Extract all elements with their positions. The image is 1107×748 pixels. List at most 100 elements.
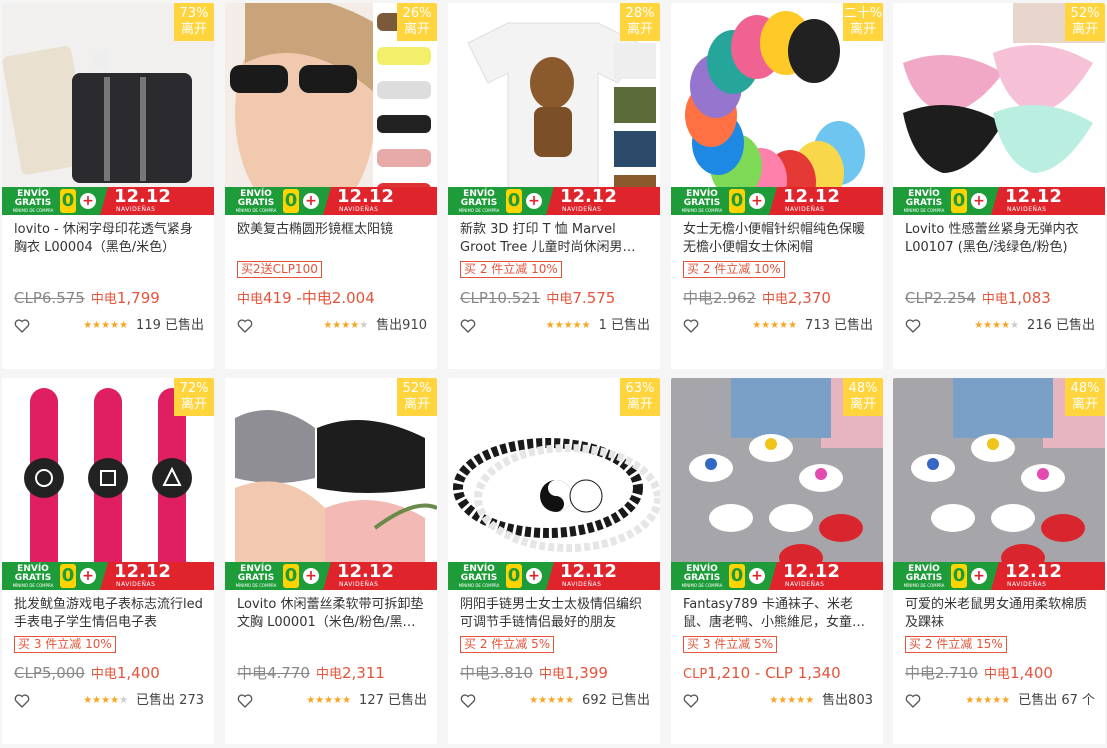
promo-tag: 买 3 件立减 10% <box>14 636 116 653</box>
promo-tag: 买 3 件立减 5% <box>683 636 778 653</box>
promo-tag: 买 2 件立减 15% <box>905 636 1007 653</box>
promo-banner: ENVÍO GRATIS MÍNIMO DE COMPRA 0 + 12.12 N… <box>448 187 660 215</box>
banner-zero: 0 <box>60 189 76 213</box>
current-price: 中电2,311 <box>316 664 385 682</box>
banner-zero: 0 <box>60 564 76 588</box>
banner-date: 12.12 <box>1005 186 1062 207</box>
heart-icon[interactable] <box>237 319 253 333</box>
discount-suffix: 离开 <box>849 22 876 37</box>
currency-label: 中电 <box>90 292 117 307</box>
heart-icon[interactable] <box>237 694 253 708</box>
stars-empty: ★ <box>1010 320 1020 331</box>
product-title[interactable]: Lovito 休闲蕾丝柔软带可拆卸垫文胸 L00001（米色/粉色/黑… <box>237 596 427 632</box>
banner-navidenas: NAVIDEÑAS <box>339 206 379 213</box>
currency-label: 中电 <box>761 292 788 307</box>
product-card[interactable]: 48% 离开 ENVÍO GRATIS MÍNIMO DE COMPRA 0 + … <box>893 378 1105 744</box>
stars-empty: ★ <box>119 695 129 706</box>
current-price: 中电1,400 <box>984 664 1053 682</box>
product-card[interactable]: 72% 离开 ENVÍO GRATIS MÍNIMO DE COMPRA 0 + … <box>2 378 214 744</box>
promo-banner: ENVÍO GRATIS MÍNIMO DE COMPRA 0 + 12.12 N… <box>225 562 437 590</box>
rating-stars: ★★★★★ <box>306 692 351 710</box>
product-image[interactable]: 72% 离开 ENVÍO GRATIS MÍNIMO DE COMPRA 0 + … <box>2 378 214 590</box>
original-price: 中电4.770 <box>237 664 310 682</box>
product-title[interactable]: 可爱的米老鼠男女通用柔软棉质及踝袜 <box>905 596 1095 632</box>
price-row: 中电419 -中电2.004 <box>237 287 433 311</box>
product-image[interactable]: 52% 离开 ENVÍO GRATIS MÍNIMO DE COMPRA 0 + … <box>225 378 437 590</box>
banner-zero: 0 <box>951 189 967 213</box>
current-price: 中电1,083 <box>982 289 1051 307</box>
product-title[interactable]: 阴阳手链男士女士太极情侣编织可调节手链情侣最好的朋友 <box>460 596 650 632</box>
product-image[interactable]: 52% 离开 ENVÍO GRATIS MÍNIMO DE COMPRA 0 + … <box>893 3 1105 215</box>
sold-count: 已售出 67 个 <box>1018 693 1095 708</box>
discount-suffix: 离开 <box>403 397 430 412</box>
promo-banner: ENVÍO GRATIS MÍNIMO DE COMPRA 0 + 12.12 N… <box>2 187 214 215</box>
banner-navidenas: NAVIDEÑAS <box>562 206 602 213</box>
banner-navidenas: NAVIDEÑAS <box>1007 581 1047 588</box>
current-price: 中电2,370 <box>762 289 831 307</box>
product-image[interactable]: 48% 离开 ENVÍO GRATIS MÍNIMO DE COMPRA 0 + … <box>671 378 883 590</box>
discount-badge: 26% 离开 <box>397 3 437 41</box>
product-title[interactable]: 欧美复古椭圆形镜框太阳镜 <box>237 221 427 257</box>
product-card[interactable]: 52% 离开 ENVÍO GRATIS MÍNIMO DE COMPRA 0 + … <box>893 3 1105 369</box>
banner-date: 12.12 <box>783 561 840 582</box>
discount-percent: 28% <box>625 6 655 21</box>
banner-plus: + <box>303 193 319 209</box>
product-card[interactable]: 28% 离开 ENVÍO GRATIS MÍNIMO DE COMPRA 0 + … <box>448 3 660 369</box>
original-price: 中电2.710 <box>905 664 978 682</box>
promo-banner: ENVÍO GRATIS MÍNIMO DE COMPRA 0 + 12.12 N… <box>893 562 1105 590</box>
heart-icon[interactable] <box>14 319 30 333</box>
sold-count: 692 已售出 <box>582 693 650 708</box>
product-card[interactable]: 二十% 离开 ENVÍO GRATIS MÍNIMO DE COMPRA 0 + … <box>671 3 883 369</box>
product-title[interactable]: 新款 3D 打印 T 恤 Marvel Groot Tree 儿童时尚休闲男… <box>460 221 650 257</box>
current-price: 中电419 -中电2.004 <box>237 289 375 307</box>
banner-envio-text: ENVÍO GRATIS <box>237 564 275 583</box>
promo-banner: ENVÍO GRATIS MÍNIMO DE COMPRA 0 + 12.12 N… <box>671 562 883 590</box>
price-row: 中电3.810 中电1,399 <box>460 662 656 686</box>
product-title[interactable]: 女士无檐小便帽针织帽纯色保暖无檐小便帽女士休闲帽 <box>683 221 873 257</box>
heart-icon[interactable] <box>683 694 699 708</box>
product-card[interactable]: 63% 离开 ENVÍO GRATIS MÍNIMO DE COMPRA 0 + … <box>448 378 660 744</box>
product-image[interactable]: 48% 离开 ENVÍO GRATIS MÍNIMO DE COMPRA 0 + … <box>893 378 1105 590</box>
discount-badge: 63% 离开 <box>620 378 660 416</box>
product-title[interactable]: Lovito 性感蕾丝紧身无弹内衣 L00107 (黑色/浅绿色/粉色) <box>905 221 1095 257</box>
rating-stars: ★★★★★ <box>323 317 368 335</box>
heart-icon[interactable] <box>905 694 921 708</box>
banner-envio-text: ENVÍO GRATIS <box>237 189 275 208</box>
heart-icon[interactable] <box>14 694 30 708</box>
sold-count: 127 已售出 <box>359 693 427 708</box>
banner-envio: ENVÍO GRATIS MÍNIMO DE COMPRA <box>897 190 951 214</box>
current-price: 中电7.575 <box>546 289 615 307</box>
banner-plus: + <box>80 193 96 209</box>
product-image[interactable]: 63% 离开 ENVÍO GRATIS MÍNIMO DE COMPRA 0 + … <box>448 378 660 590</box>
discount-suffix: 离开 <box>849 397 876 412</box>
product-image[interactable]: 二十% 离开 ENVÍO GRATIS MÍNIMO DE COMPRA 0 + … <box>671 3 883 215</box>
heart-icon[interactable] <box>683 319 699 333</box>
price-row: CLP5,000 中电1,400 <box>14 662 210 686</box>
banner-navidenas: NAVIDEÑAS <box>116 581 156 588</box>
heart-icon[interactable] <box>460 694 476 708</box>
banner-envio: ENVÍO GRATIS MÍNIMO DE COMPRA <box>6 190 60 214</box>
banner-zero: 0 <box>283 564 299 588</box>
product-title[interactable]: lovito - 休闲字母印花透气紧身胸衣 L00004（黑色/米色） <box>14 221 204 257</box>
rating-stars: ★★★★★ <box>83 317 128 335</box>
product-card[interactable]: 48% 离开 ENVÍO GRATIS MÍNIMO DE COMPRA 0 + … <box>671 378 883 744</box>
product-card[interactable]: 52% 离开 ENVÍO GRATIS MÍNIMO DE COMPRA 0 + … <box>225 378 437 744</box>
product-image[interactable]: 26% 离开 ENVÍO GRATIS MÍNIMO DE COMPRA 0 + … <box>225 3 437 215</box>
product-title[interactable]: Fantasy789 卡通袜子、米老鼠、唐老鸭、小熊維尼，女童… <box>683 596 873 632</box>
banner-envio-text: ENVÍO GRATIS <box>14 189 52 208</box>
product-image[interactable]: 73% 离开 ENVÍO GRATIS MÍNIMO DE COMPRA 0 + … <box>2 3 214 215</box>
stars-filled: ★★★★★ <box>545 320 591 331</box>
product-card[interactable]: 26% 离开 ENVÍO GRATIS MÍNIMO DE COMPRA 0 + … <box>225 3 437 369</box>
heart-icon[interactable] <box>460 319 476 333</box>
heart-icon[interactable] <box>905 319 921 333</box>
product-card[interactable]: 73% 离开 ENVÍO GRATIS MÍNIMO DE COMPRA 0 + … <box>2 3 214 369</box>
banner-envio-text: ENVÍO GRATIS <box>460 564 498 583</box>
promo-banner: ENVÍO GRATIS MÍNIMO DE COMPRA 0 + 12.12 N… <box>448 562 660 590</box>
rating-stars: ★★★★★ <box>546 317 591 335</box>
discount-percent: 52% <box>1070 6 1100 21</box>
banner-date: 12.12 <box>114 561 171 582</box>
discount-badge: 28% 离开 <box>620 3 660 41</box>
original-price: 中电2.962 <box>683 289 756 307</box>
product-image[interactable]: 28% 离开 ENVÍO GRATIS MÍNIMO DE COMPRA 0 + … <box>448 3 660 215</box>
product-title[interactable]: 批发鱿鱼游戏电子表标志流行led手表电子学生情侣电子表 <box>14 596 204 632</box>
